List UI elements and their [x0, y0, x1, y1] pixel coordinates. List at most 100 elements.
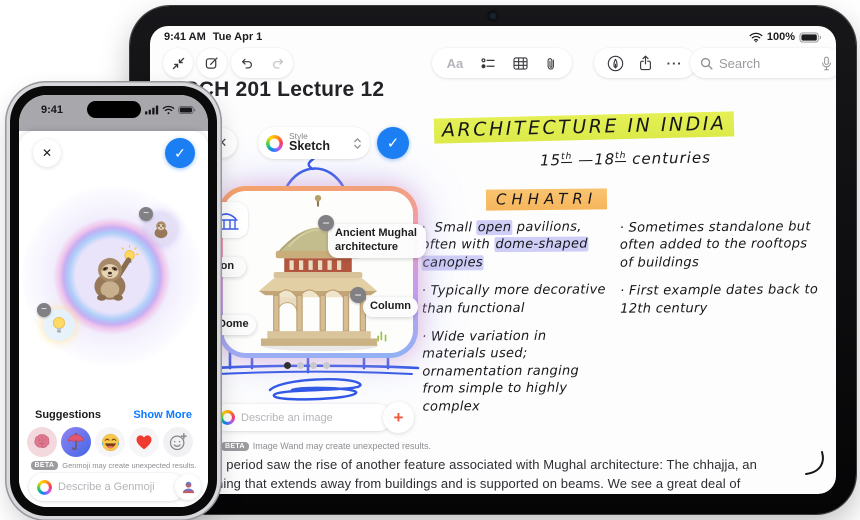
iphone-status-icons: [145, 105, 196, 115]
sub-sup: th: [560, 151, 573, 164]
umbrella-icon: [67, 432, 85, 450]
close-icon: ✕: [216, 135, 228, 150]
bullet-item: · Small open pavilions, often with dome-…: [421, 219, 589, 271]
signal-icon: [145, 105, 159, 115]
minus-icon: −: [41, 304, 47, 315]
sloth-icon: [154, 221, 168, 239]
battery-icon: [178, 106, 196, 114]
suggestion-heart-emoji[interactable]: [129, 427, 159, 457]
people-button[interactable]: [175, 474, 201, 500]
describe-image-placeholder: Describe an image: [241, 411, 333, 424]
iphone-statusbar-dimmed: 9:41: [19, 95, 208, 131]
markup-pen-icon[interactable]: [607, 55, 624, 72]
search-field[interactable]: Search: [690, 48, 836, 78]
suggestions-label: Suggestions: [35, 409, 102, 421]
sub-part: centuries: [626, 148, 712, 168]
ipad-front-camera: [489, 12, 497, 20]
battery-icon: [799, 31, 822, 43]
minus-icon: −: [354, 288, 362, 302]
share-icon[interactable]: [639, 55, 652, 71]
suggestion-emoji-row: [27, 427, 193, 457]
add-emoji-button[interactable]: [163, 427, 193, 457]
checklist-button[interactable]: [481, 57, 496, 70]
style-picker[interactable]: Style Sketch: [258, 127, 370, 159]
compose-note-button[interactable]: [197, 48, 227, 78]
attachment-icon[interactable]: [545, 56, 557, 71]
suggestion-umbrella-emoji[interactable]: [61, 427, 91, 457]
sub-part: 15: [539, 151, 562, 170]
tag-column[interactable]: Column: [363, 297, 418, 317]
marketing-canvas: 9:41 AM Tue Apr 1 100% Aa ··· Search ARC…: [0, 0, 860, 520]
describe-genmoji-input[interactable]: Describe a Genmoji: [29, 473, 185, 501]
compose-icon: [205, 56, 219, 70]
battery-percent: 100%: [766, 31, 795, 43]
remove-tag-button[interactable]: −: [318, 215, 334, 231]
ipad-date: Tue Apr 1: [212, 31, 263, 43]
bullet-text: Wide variation in materials used; orname…: [422, 328, 580, 415]
page-dot[interactable]: [310, 362, 317, 369]
dictation-mic-icon[interactable]: [821, 56, 832, 71]
notes-column-1: · Small open pavilions, often with dome-…: [421, 218, 614, 426]
text-format-button[interactable]: Aa: [447, 56, 464, 71]
collapse-toolbar-button[interactable]: [163, 48, 193, 78]
remove-element-button[interactable]: −: [139, 207, 153, 221]
remove-element-button[interactable]: −: [37, 303, 51, 317]
sub-part: —18: [572, 150, 616, 169]
genmoji-close-button[interactable]: ✕: [33, 139, 61, 167]
plus-icon: +: [393, 407, 404, 427]
ipad-status-left: 9:41 AM Tue Apr 1: [164, 31, 262, 43]
wifi-icon: [749, 32, 763, 43]
bullet-item: · Typically more decorative than functio…: [421, 282, 606, 317]
generated-sloth-genmoji: [94, 245, 139, 301]
ipad-status-right: 100%: [749, 31, 822, 43]
collapse-arrows-icon: [172, 57, 185, 70]
check-icon: ✓: [386, 135, 400, 152]
chevron-up-down-icon: [353, 137, 362, 150]
describe-image-input[interactable]: Describe an image: [212, 404, 392, 431]
show-more-link[interactable]: Show More: [133, 409, 192, 421]
minus-icon: −: [322, 216, 330, 230]
genmoji-disclaimer: Genmoji may create unexpected results.: [62, 461, 197, 470]
beta-badge: BETA: [221, 441, 249, 451]
tag-ancient-mughal[interactable]: Ancient Mughal architecture: [328, 224, 426, 258]
genmoji-beta-row: BETA Genmoji may create unexpected resul…: [19, 461, 208, 470]
page-dot-active[interactable]: [284, 362, 291, 369]
heart-icon: [136, 435, 152, 450]
highlighted-word: open: [476, 220, 513, 236]
genmoji-accept-button[interactable]: ✓: [165, 138, 195, 168]
handwritten-section-title: CHHATRI: [485, 188, 608, 211]
lightbulb-icon: [53, 317, 65, 333]
tag-dome[interactable]: Dome: [211, 315, 256, 335]
undo-button[interactable]: [240, 57, 254, 70]
style-value: Sketch: [289, 139, 330, 154]
highlighted-word: dome-shaped: [494, 236, 589, 253]
typed-paragraph-line1: s period saw the rise of another feature…: [216, 457, 757, 472]
notes-column-2: · Sometimes standalone but often added t…: [620, 218, 821, 328]
apple-intelligence-icon: [37, 479, 52, 495]
iphone-screen: 9:41 ✕ ✓ − − Suggestions Show More BETA …: [19, 95, 208, 507]
sub-sup: th: [615, 150, 627, 163]
highlighted-word: canopies: [421, 255, 484, 271]
expand-input-button[interactable]: +: [383, 402, 414, 433]
suggestion-brain-emoji[interactable]: [27, 427, 57, 457]
bullet-item: · First example dates back to 12th centu…: [620, 282, 819, 317]
iphone-volume-down-button: [5, 214, 8, 238]
page-dot[interactable]: [323, 362, 330, 369]
remove-tag-button[interactable]: −: [350, 287, 366, 303]
bullet-text: Typically more decorative than functiona…: [421, 282, 606, 317]
bullet-text: Sometimes standalone but often added to …: [619, 219, 811, 271]
table-button[interactable]: [513, 56, 528, 70]
page-dot[interactable]: [297, 362, 304, 369]
more-options-button[interactable]: ···: [667, 56, 683, 71]
wifi-icon: [162, 105, 175, 115]
image-wand-accept-button[interactable]: ✓: [377, 127, 409, 159]
redo-button[interactable]: [271, 57, 285, 70]
check-icon: ✓: [174, 144, 186, 161]
person-icon: [182, 481, 194, 493]
style-page-dots[interactable]: [284, 362, 330, 369]
image-wand-disclaimer: Image Wand may create unexpected results…: [252, 441, 432, 451]
minus-icon: −: [143, 208, 149, 219]
image-wand-beta-row: BETA Image Wand may create unexpected re…: [221, 441, 431, 451]
apple-intelligence-icon: [266, 134, 283, 152]
suggestion-laughing-emoji[interactable]: [95, 427, 125, 457]
